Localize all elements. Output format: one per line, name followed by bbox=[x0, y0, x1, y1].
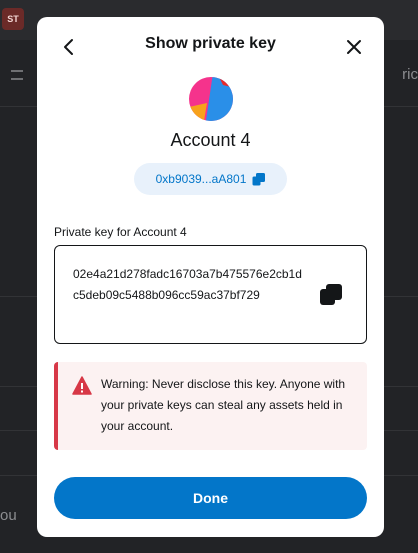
copy-icon bbox=[320, 284, 342, 305]
warning-banner: Warning: Never disclose this key. Anyone… bbox=[54, 362, 367, 450]
copy-icon bbox=[252, 172, 266, 185]
background-text-right: ric bbox=[402, 66, 418, 83]
modal-header: Show private key bbox=[37, 17, 384, 73]
background-text-left: ou bbox=[0, 507, 17, 524]
warning-text: Warning: Never disclose this key. Anyone… bbox=[101, 377, 346, 433]
copy-private-key-button[interactable] bbox=[320, 284, 342, 306]
show-private-key-modal: Show private key Account 4 0xb9039...aA8… bbox=[37, 17, 384, 537]
back-button[interactable] bbox=[57, 35, 81, 59]
account-name: Account 4 bbox=[170, 130, 251, 150]
private-key-value: 02e4a21d278fadc16703a7b475576e2cb1dc5deb… bbox=[73, 267, 302, 302]
copy-address-button[interactable]: 0xb9039...aA801 bbox=[134, 163, 287, 195]
done-button[interactable]: Done bbox=[54, 477, 367, 519]
close-icon bbox=[347, 40, 361, 54]
modal-title: Show private key bbox=[145, 35, 276, 52]
background-logo: ST bbox=[2, 8, 24, 30]
arrow-left-icon bbox=[64, 39, 73, 55]
private-key-label: Private key for Account 4 bbox=[54, 225, 187, 239]
private-key-field[interactable]: 02e4a21d278fadc16703a7b475576e2cb1dc5deb… bbox=[54, 245, 367, 344]
close-button[interactable] bbox=[342, 35, 366, 59]
account-avatar bbox=[189, 77, 233, 121]
warning-icon bbox=[72, 376, 92, 395]
background-menu-icon bbox=[11, 70, 23, 80]
address-text: 0xb9039...aA801 bbox=[155, 172, 247, 186]
